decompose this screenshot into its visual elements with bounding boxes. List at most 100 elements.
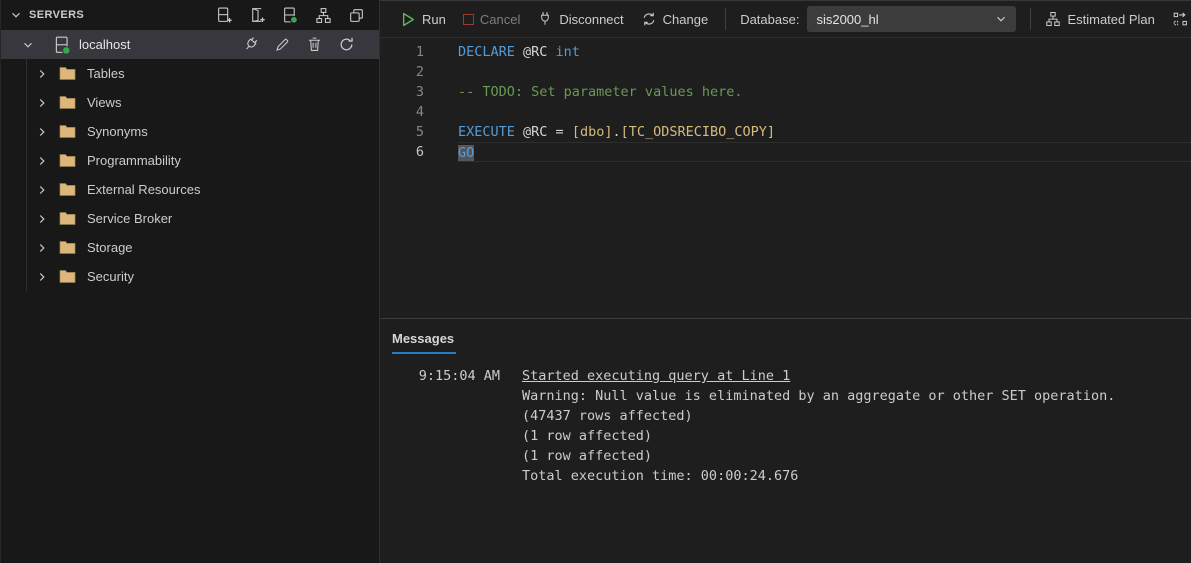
server-row-localhost[interactable]: localhost [1,30,379,59]
line-number: 4 [380,102,424,122]
new-server-group-icon[interactable] [248,6,266,24]
code-token: DECLARE [458,44,515,60]
folder-icon [59,269,76,284]
chevron-down-icon [994,12,1008,26]
edit-pencil-icon[interactable] [273,36,291,54]
cancel-stop-icon [463,14,474,25]
indent-guide [26,59,27,291]
active-connections-icon[interactable] [281,6,299,24]
tree-item-label: Security [87,269,134,284]
chevron-right-icon [35,154,49,168]
panel-tabs: Messages [380,329,1191,354]
tree-item-views[interactable]: Views [1,88,379,117]
estimated-plan-button[interactable]: Estimated Plan [1045,11,1154,27]
message-timestamp: 9:15:04 AM [380,366,500,486]
line-number: 1 [380,42,424,62]
code-line-2[interactable]: 2 [380,62,1191,82]
code-token: . [612,124,620,140]
code-line-3[interactable]: 3 -- TODO: Set parameter values here. [380,82,1191,102]
tree-item-label: Programmability [87,153,181,168]
tree-item-storage[interactable]: Storage [1,233,379,262]
tab-messages[interactable]: Messages [392,329,456,354]
disconnect-plug-icon[interactable] [241,36,259,54]
message-list: Started executing query at Line 1 Warnin… [522,366,1115,486]
message-row: (1 row affected) [522,446,1115,466]
enable-sqlcmd-icon [1172,11,1188,27]
folder-icon [59,66,76,81]
tree-item-security[interactable]: Security [1,262,379,291]
delete-trash-icon[interactable] [305,36,323,54]
chevron-down-icon[interactable] [9,8,23,22]
chevron-right-icon [35,96,49,110]
code-line-5[interactable]: 5 EXECUTE @RC = [dbo].[TC_ODSRECIBO_COPY… [380,122,1191,142]
chevron-right-icon [35,183,49,197]
cancel-label: Cancel [480,12,520,27]
change-connection-button[interactable]: Change [641,11,709,27]
sql-editor[interactable]: 1 DECLARE @RC int 2 3 -- TODO: Set param… [380,38,1191,318]
server-connected-icon [53,36,71,54]
code-line-1[interactable]: 1 DECLARE @RC int [380,42,1191,62]
object-explorer-tree-icon[interactable] [314,6,332,24]
servers-title: SERVERS [29,9,84,21]
code-token: [dbo] [572,124,613,140]
query-editor-pane: Run Cancel Disconnect Change Database: s… [380,0,1191,563]
duplicate-windows-icon[interactable] [347,6,365,24]
tree-item-label: Service Broker [87,211,172,226]
chevron-right-icon [35,212,49,226]
tree-item-service-broker[interactable]: Service Broker [1,204,379,233]
toolbar-separator [1030,8,1031,30]
code-content: -- TODO: Set parameter values here. [458,82,1191,102]
code-token: [TC_ODSRECIBO_COPY] [621,124,775,140]
folder-icon [59,153,76,168]
estimated-plan-label: Estimated Plan [1067,12,1154,27]
disconnect-button[interactable]: Disconnect [537,11,623,27]
code-token: @RC [515,44,556,60]
code-content [458,62,1191,82]
tree-item-external-resources[interactable]: External Resources [1,175,379,204]
tree-item-label: Views [87,95,121,110]
chevron-right-icon [35,241,49,255]
code-token: EXECUTE [458,124,515,140]
message-row: (47437 rows affected) [522,406,1115,426]
message-link-started[interactable]: Started executing query at Line 1 [522,366,1115,386]
refresh-icon[interactable] [337,36,355,54]
query-toolbar: Run Cancel Disconnect Change Database: s… [380,1,1191,38]
code-content [458,102,1191,122]
new-connection-icon[interactable] [215,6,233,24]
folder-icon [59,182,76,197]
message-row: Warning: Null value is eliminated by an … [522,386,1115,406]
database-label: Database: [740,12,799,27]
code-token: -- TODO: Set parameter values here. [458,84,742,100]
line-number: 3 [380,82,424,102]
tree-item-synonyms[interactable]: Synonyms [1,117,379,146]
tree-item-label: External Resources [87,182,200,197]
folder-icon [59,124,76,139]
run-button[interactable]: Run [401,12,446,27]
code-line-6-current[interactable]: 6 GO [380,142,1191,162]
run-play-icon [401,12,416,27]
database-select[interactable]: sis2000_hl [807,6,1016,32]
cancel-button[interactable]: Cancel [463,12,520,27]
message-row: (1 row affected) [522,426,1115,446]
tree-item-programmability[interactable]: Programmability [1,146,379,175]
results-panel: Messages 9:15:04 AM Started executing qu… [380,318,1191,563]
database-value: sis2000_hl [816,12,878,27]
enable-sqlcmd-button[interactable]: Enabl [1172,11,1191,27]
application-window: SERVERS [0,0,1191,563]
disconnect-label: Disconnect [559,12,623,27]
code-content: EXECUTE @RC = [dbo].[TC_ODSRECIBO_COPY] [458,122,1191,142]
server-name: localhost [79,37,130,52]
folder-icon [59,240,76,255]
line-number: 6 [380,142,424,162]
server-actions [241,36,379,54]
code-line-4[interactable]: 4 [380,102,1191,122]
servers-header: SERVERS [1,0,379,30]
tree-item-label: Synonyms [87,124,148,139]
code-token: int [556,44,580,60]
change-label: Change [663,12,709,27]
tree-item-label: Tables [87,66,125,81]
servers-toolbar [215,6,365,24]
line-number: 2 [380,62,424,82]
tree-item-tables[interactable]: Tables [1,59,379,88]
chevron-down-icon[interactable] [21,38,35,52]
